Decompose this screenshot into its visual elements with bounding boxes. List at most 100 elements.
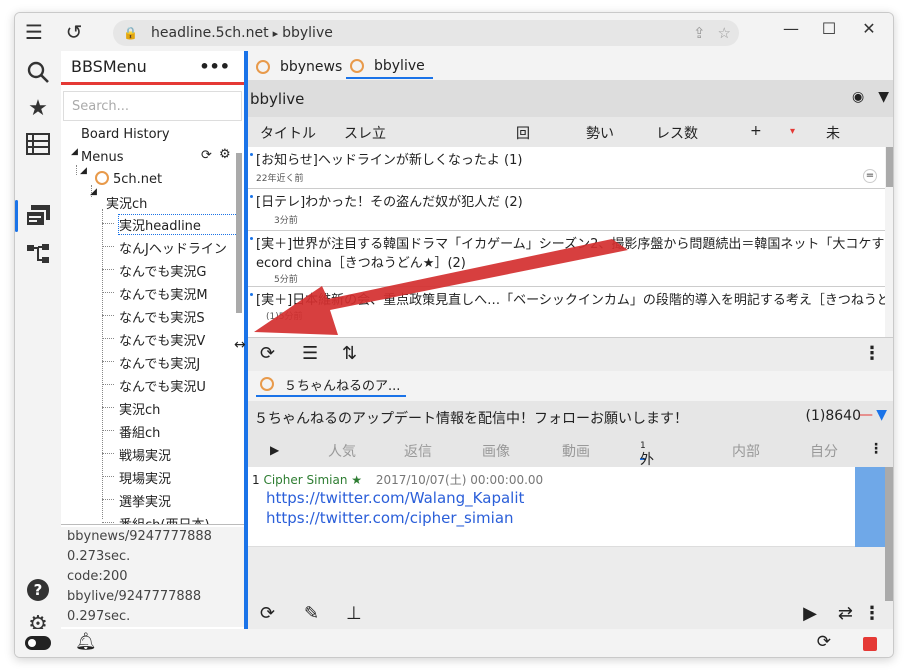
- toggle-switch[interactable]: [25, 636, 51, 650]
- help-icon[interactable]: ?: [23, 575, 53, 605]
- close-button[interactable]: ✕: [849, 13, 889, 43]
- star-outline-icon[interactable]: ☆: [718, 24, 731, 42]
- thread-row[interactable]: [実＋]世界が注目する韓国ドラマ「イカゲーム」シーズン2、撮影序盤から問題続出＝…: [248, 231, 885, 287]
- col-created[interactable]: スレ立: [344, 123, 386, 143]
- stop-icon[interactable]: [863, 637, 877, 651]
- bell-icon[interactable]: 🔔︎: [75, 632, 97, 652]
- board-history[interactable]: Board History: [81, 127, 170, 142]
- refresh-icon[interactable]: ⟳: [260, 343, 275, 364]
- address-separator: ▸: [272, 26, 279, 40]
- board-item[interactable]: なんでも実況V: [119, 330, 205, 349]
- collapse-icon[interactable]: ◢: [71, 147, 78, 157]
- col-mark[interactable]: ▾: [790, 126, 795, 137]
- refresh-icon[interactable]: ⟳: [260, 603, 275, 624]
- filter-video[interactable]: 動画: [562, 441, 590, 461]
- 5ch-icon: [256, 60, 270, 74]
- board-item[interactable]: なんでも実況S: [119, 307, 205, 326]
- post-scrollbar[interactable]: [885, 467, 893, 601]
- thread-column-header: タイトル スレ立 回 勢い レス数 + ▾ 未: [248, 117, 893, 147]
- col-unread[interactable]: 未: [826, 123, 840, 143]
- refresh-menu-icon[interactable]: ⟳: [201, 148, 212, 163]
- menu-settings-icon[interactable]: ⚙: [219, 147, 231, 162]
- star-icon[interactable]: ★: [23, 93, 53, 123]
- board-item[interactable]: 実況ch: [119, 399, 160, 418]
- board-item[interactable]: なんでも実況G: [119, 261, 206, 280]
- filter-icon[interactable]: ▼: [878, 89, 889, 105]
- edit-icon[interactable]: ✎: [304, 603, 319, 624]
- col-count[interactable]: 回: [516, 123, 530, 143]
- response-filters: ▶ 人気 返信 画像 動画 外部 1 内部 自分 ⋮: [248, 433, 893, 488]
- board-item[interactable]: なんJヘッドライン: [119, 238, 227, 257]
- more-vert-icon[interactable]: ⋮: [863, 603, 881, 624]
- search-input[interactable]: Search...: [63, 91, 242, 121]
- filter-external[interactable]: 外部 1: [640, 441, 654, 488]
- filter-reply[interactable]: 返信: [404, 441, 432, 461]
- thread-row[interactable]: [お知らせ]ヘッドラインが新しくなったよ (1) 22年近く前 =: [248, 147, 885, 189]
- thread-scrollbar[interactable]: [885, 147, 893, 337]
- col-plus[interactable]: +: [750, 123, 762, 139]
- play-icon[interactable]: ▶: [803, 603, 817, 624]
- board-item[interactable]: なんでも実況J: [119, 353, 200, 372]
- filter-icon[interactable]: ▼: [876, 407, 887, 423]
- sync-icon[interactable]: ⟳: [817, 632, 831, 652]
- search-icon[interactable]: [23, 57, 53, 87]
- more-options-icon[interactable]: •••: [199, 57, 230, 76]
- board-item[interactable]: 戦場実況: [119, 445, 171, 464]
- thread-row[interactable]: [実＋]日本維新の会、重点政策見直しへ…「ベーシックインカム」の段階的導入を明記…: [248, 287, 885, 337]
- minus-icon[interactable]: —: [859, 407, 873, 423]
- threads-icon[interactable]: [23, 201, 53, 231]
- tab-label: bbylive: [374, 58, 425, 74]
- collapse-icon[interactable]: ◢: [90, 187, 97, 197]
- tab-thread[interactable]: ５ちゃんねるのア...: [256, 373, 406, 397]
- menus-node[interactable]: Menus: [81, 150, 123, 165]
- more-vert-icon[interactable]: ⋮: [869, 441, 883, 457]
- col-res[interactable]: レス数: [656, 123, 698, 143]
- post-number[interactable]: 1: [252, 473, 260, 487]
- category-node[interactable]: 実況ch: [106, 193, 147, 212]
- address-url: headline.5ch.net: [151, 25, 269, 41]
- board-item[interactable]: なんでも実況M: [119, 284, 208, 303]
- sort-icon[interactable]: ⇅: [342, 343, 357, 364]
- 5ch-icon: [260, 377, 274, 391]
- tree-scrollbar[interactable]: [236, 153, 242, 313]
- filter-image[interactable]: 画像: [482, 441, 510, 461]
- col-title[interactable]: タイトル: [260, 123, 316, 143]
- lock-icon: 🔒: [123, 26, 138, 40]
- board-item[interactable]: 選挙実況: [119, 491, 171, 510]
- board-item[interactable]: 実況headline: [118, 214, 238, 235]
- tab-bbynews[interactable]: bbynews: [252, 55, 342, 79]
- col-momentum[interactable]: 勢い: [586, 123, 614, 143]
- more-vert-icon[interactable]: ⋮: [863, 343, 881, 364]
- maximize-button[interactable]: ☐: [809, 13, 849, 43]
- tree-icon[interactable]: [23, 239, 53, 269]
- filter-internal[interactable]: 内部: [732, 441, 760, 461]
- disc-icon[interactable]: ◉: [852, 89, 864, 105]
- filter-popular[interactable]: 人気: [328, 441, 356, 461]
- post-link[interactable]: https://twitter.com/cipher_simian: [266, 509, 514, 527]
- hamburger-menu-icon[interactable]: ☰: [21, 19, 47, 45]
- minimize-button[interactable]: —: [771, 13, 811, 43]
- share-icon[interactable]: ⇪: [693, 24, 706, 42]
- filter-self[interactable]: 自分: [810, 441, 838, 461]
- svg-text:?: ?: [34, 581, 43, 599]
- post-link[interactable]: https://twitter.com/Walang_Kapalit: [266, 489, 524, 507]
- board-item[interactable]: 番組ch(西日本): [119, 514, 210, 524]
- thread-title: ５ちゃんねるのアップデート情報を配信中！フォローお願いします！: [254, 411, 688, 427]
- play-icon[interactable]: ▶: [270, 443, 279, 457]
- list-icon[interactable]: [23, 129, 53, 159]
- board-item[interactable]: なんでも実況U: [119, 376, 206, 395]
- tab-label: ５ちゃんねるのア...: [284, 378, 401, 394]
- reload-icon[interactable]: ↺: [61, 19, 87, 45]
- site-node[interactable]: 5ch.net: [113, 172, 162, 187]
- numbered-list-icon[interactable]: ☰: [302, 343, 318, 364]
- thread-row[interactable]: [日テレ]わかった！その盗んだ奴が犯人だ (2) 3分前: [248, 189, 885, 231]
- post-name[interactable]: Cipher Simian ★: [263, 473, 362, 487]
- board-item[interactable]: 現場実況: [119, 468, 171, 487]
- board-item[interactable]: 番組ch: [119, 422, 160, 441]
- tree-view-icon[interactable]: ⊥: [346, 603, 362, 624]
- address-bar[interactable]: 🔒 headline.5ch.net ▸ bbylive ⇪ ☆: [113, 20, 739, 46]
- share-icon[interactable]: ⇄: [838, 603, 853, 624]
- collapse-icon[interactable]: ◢: [80, 166, 87, 176]
- tab-bbylive[interactable]: bbylive: [346, 55, 433, 79]
- post-empty-area: [248, 547, 885, 601]
